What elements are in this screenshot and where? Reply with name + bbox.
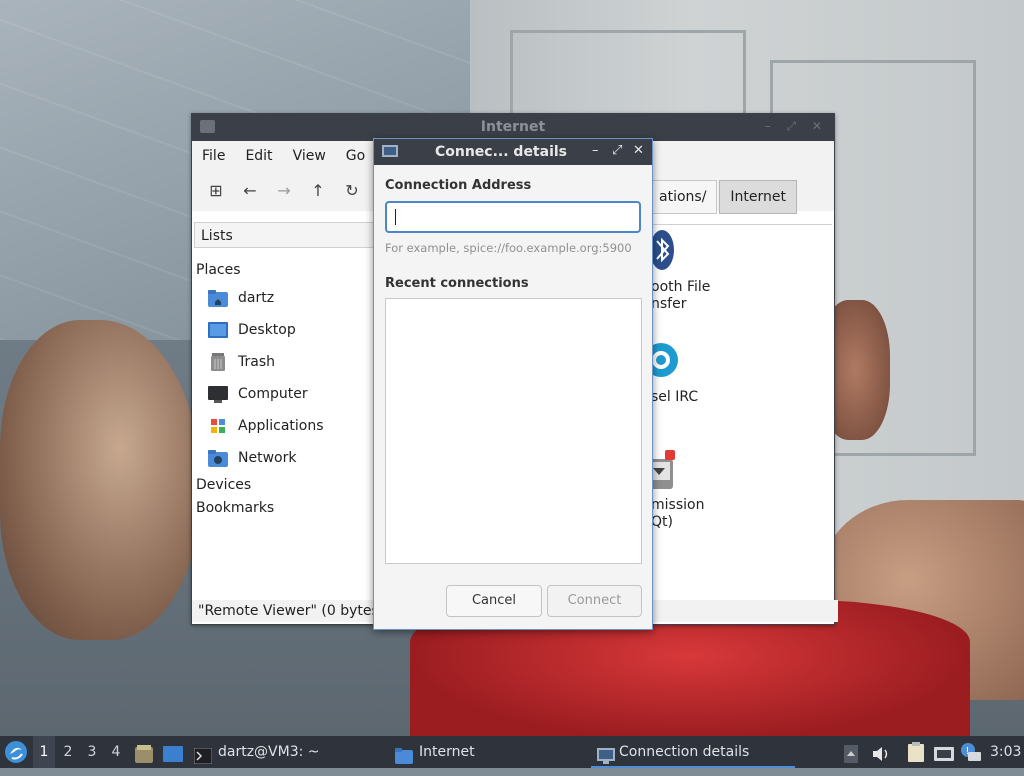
volume-icon[interactable] [871, 743, 891, 761]
task-internet[interactable]: Internet [395, 736, 475, 768]
maximize-button[interactable]: ⤢ [612, 143, 622, 158]
computer-icon [208, 385, 228, 403]
update-notifier-icon[interactable]: ! [960, 742, 982, 762]
sidebar-item-desktop[interactable]: Desktop [208, 318, 296, 342]
taskbar: 1 2 3 4 dartz@VM3: ~ Internet Connection… [0, 736, 1024, 768]
folder-icon [395, 744, 413, 764]
sidebar-item-label: Network [238, 450, 297, 466]
file-manager-launcher-icon[interactable] [135, 743, 155, 763]
close-button[interactable]: ✕ [633, 143, 644, 158]
monitor-icon [597, 744, 615, 764]
connection-details-dialog: Connec... details – ⤢ ✕ Connection Addre… [373, 138, 653, 630]
back-icon[interactable]: ← [240, 181, 260, 201]
file-manager-titlebar[interactable]: Internet – ⤢ ✕ [192, 114, 834, 141]
up-icon[interactable]: ↑ [308, 181, 328, 201]
app-label: mission [651, 497, 705, 513]
desktop-icon [208, 321, 228, 339]
sidebar-item-label: Desktop [238, 322, 296, 338]
menu-view[interactable]: View [283, 148, 336, 164]
devices-heading[interactable]: Devices [196, 477, 251, 493]
path-button-internet[interactable]: Internet [719, 180, 798, 214]
menu-edit[interactable]: Edit [235, 148, 282, 164]
sidebar-item-label: dartz [238, 290, 275, 306]
reload-icon[interactable]: ↻ [342, 181, 362, 201]
dialog-titlebar[interactable]: Connec... details – ⤢ ✕ [374, 139, 652, 165]
workspace-4[interactable]: 4 [105, 736, 127, 768]
task-connection-details[interactable]: Connection details [591, 736, 795, 768]
app-label: sel IRC [651, 389, 699, 405]
sidebar-item-home[interactable]: dartz [208, 286, 274, 310]
task-label: Connection details [619, 744, 750, 760]
app-label: nsfer [651, 296, 687, 312]
connection-address-input[interactable] [385, 201, 641, 233]
dialog-title: Connec... details [434, 144, 568, 160]
terminal-icon [193, 744, 213, 765]
forward-icon[interactable]: → [274, 181, 294, 201]
window-title: Internet [480, 119, 546, 135]
path-bar: ations/ Internet [648, 180, 799, 214]
network-tray-icon[interactable] [934, 743, 954, 761]
home-folder-icon [208, 289, 228, 307]
workspace-3[interactable]: 3 [81, 736, 103, 768]
menu-file[interactable]: File [192, 148, 235, 164]
monitor-icon [382, 145, 398, 157]
sidebar-item-label: Applications [238, 418, 324, 434]
connect-button[interactable]: Connect [547, 585, 642, 617]
sidebar-item-computer[interactable]: Computer [208, 382, 308, 406]
show-desktop-icon[interactable] [163, 743, 183, 762]
tray-up-arrow-icon[interactable] [844, 743, 858, 763]
window-controls[interactable]: – ⤢ ✕ [765, 119, 828, 134]
start-menu-button[interactable] [4, 740, 28, 764]
sidebar-item-applications[interactable]: Applications [208, 414, 324, 438]
workspace-2[interactable]: 2 [57, 736, 79, 768]
lubuntu-logo-icon [5, 741, 27, 763]
cancel-button[interactable]: Cancel [446, 585, 542, 617]
new-tab-icon[interactable]: ⊞ [206, 181, 226, 201]
clock[interactable]: 3:03 [990, 736, 1021, 768]
sidebar-item-label: Computer [238, 386, 308, 402]
address-hint: For example, spice://foo.example.org:590… [385, 241, 632, 255]
workspace-1[interactable]: 1 [33, 736, 55, 768]
clipboard-icon[interactable] [907, 742, 925, 762]
text-caret [395, 209, 396, 225]
recent-connections-list[interactable] [385, 298, 642, 564]
sidebar-item-label: Trash [238, 354, 275, 370]
side-pane: Lists Places dartz Desktop Trash Compute… [192, 212, 376, 612]
file-view[interactable]: ooth File nsfer sel IRC mission Qt) [638, 224, 832, 597]
applications-icon [208, 417, 228, 435]
minimize-button[interactable]: – [592, 143, 599, 158]
menu-go[interactable]: Go [336, 148, 375, 164]
task-terminal[interactable]: dartz@VM3: ~ [193, 736, 320, 768]
trash-icon [208, 353, 228, 371]
network-icon [208, 449, 228, 467]
task-label: Internet [419, 744, 475, 760]
path-button-applications[interactable]: ations/ [648, 180, 718, 214]
task-label: dartz@VM3: ~ [218, 744, 320, 760]
app-label: Qt) [651, 514, 673, 530]
bookmarks-heading[interactable]: Bookmarks [196, 500, 274, 516]
connection-address-label: Connection Address [385, 178, 532, 193]
sidebar-item-trash[interactable]: Trash [208, 350, 275, 374]
places-heading[interactable]: Places [196, 262, 241, 278]
side-pane-mode-select[interactable]: Lists [194, 222, 374, 248]
recent-connections-label: Recent connections [385, 276, 529, 291]
sidebar-item-network[interactable]: Network [208, 446, 296, 470]
app-label: ooth File [651, 279, 711, 295]
